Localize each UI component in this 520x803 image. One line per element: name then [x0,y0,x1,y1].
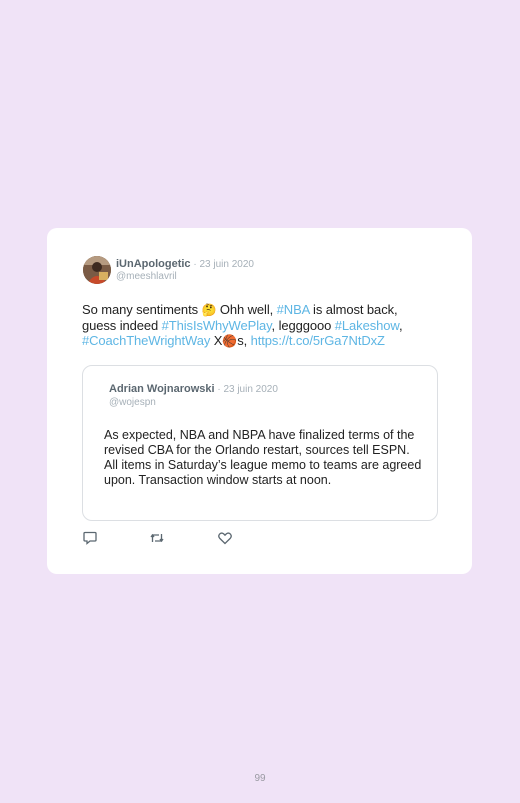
tweet-actions [82,530,282,546]
hashtag-lakeshow[interactable]: #Lakeshow [335,318,399,333]
quoted-author-name: Adrian Wojnarowski [109,383,215,395]
tweet-text: So many sentiments 🤔 Ohh well, #NBA is a… [82,302,432,349]
tweet-date[interactable]: 23 juin 2020 [199,259,254,270]
text-segment: X [210,333,223,348]
text-segment: , legggooo [271,318,335,333]
retweet-icon[interactable] [149,530,165,546]
text-segment: Ohh well, [216,302,277,317]
hashtag-nba[interactable]: #NBA [277,302,310,317]
avatar-image [83,256,111,284]
basketball-emoji: 🏀 [222,334,238,348]
page-number: 99 [254,773,266,784]
quoted-text: As expected, NBA and NBPA have finalized… [104,428,422,487]
author-line: iUnApologetic · 23 juin 2020 [116,258,254,270]
author-name[interactable]: iUnApologetic [116,258,191,270]
quoted-tweet[interactable]: Adrian Wojnarowski · 23 juin 2020 @wojes… [82,365,438,521]
author-handle[interactable]: @meeshlavril [116,271,177,282]
text-segment: s, [237,333,251,348]
reply-icon[interactable] [82,530,98,546]
quoted-handle: @wojespn [109,397,156,408]
quoted-date: 23 juin 2020 [223,384,278,395]
tweet-url[interactable]: https://t.co/5rGa7NtDxZ [251,333,385,348]
text-segment: So many sentiments [82,302,202,317]
hashtag-thisiswhyweplay[interactable]: #ThisIsWhyWePlay [162,318,272,333]
quoted-author-line: Adrian Wojnarowski · 23 juin 2020 [109,383,278,395]
text-segment: , [398,318,403,333]
tweet-card: iUnApologetic · 23 juin 2020 @meeshlavri… [47,228,472,574]
hashtag-coachthewrightway[interactable]: #CoachTheWrightWay [82,333,210,348]
thinking-emoji: 🤔 [201,303,217,317]
avatar[interactable] [83,256,111,284]
heart-icon[interactable] [217,530,233,546]
